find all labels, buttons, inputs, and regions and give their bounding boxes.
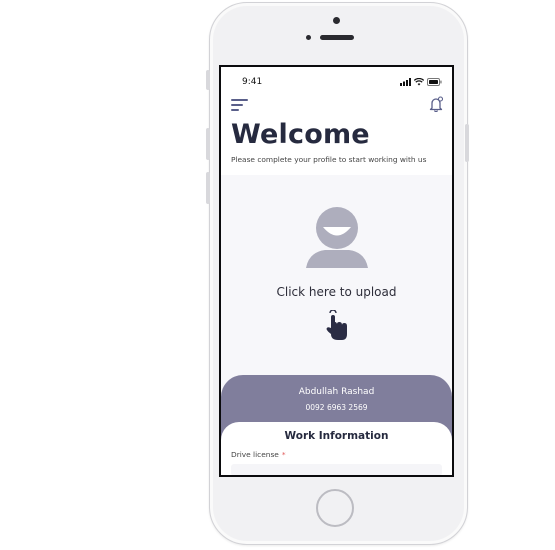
earpiece-speaker (320, 35, 354, 40)
work-information-card: Work Information Drive license * (221, 422, 452, 475)
drive-license-label-text: Drive license (231, 450, 279, 459)
home-button[interactable] (316, 489, 354, 527)
status-icons (400, 78, 442, 86)
front-camera (306, 35, 311, 40)
mute-switch (206, 70, 210, 90)
notification-bell-icon[interactable] (429, 96, 443, 112)
wifi-icon (414, 78, 424, 86)
upload-label[interactable]: Click here to upload (221, 285, 452, 299)
profile-name: Abdullah Rashad (298, 387, 375, 397)
volume-down-button (206, 172, 210, 204)
required-mark: * (281, 450, 286, 459)
status-bar: 9:41 (221, 77, 452, 91)
tap-hand-icon (326, 310, 347, 340)
battery-icon (427, 78, 442, 86)
work-information-title: Work Information (284, 430, 389, 442)
power-button (465, 124, 469, 162)
app-screen: 9:41 Welcome Please complete your profil… (219, 65, 454, 477)
menu-icon[interactable] (231, 99, 249, 111)
volume-up-button (206, 128, 210, 160)
profile-phone: 0092 6963 2569 (305, 403, 368, 412)
front-sensor (333, 17, 340, 24)
page-title: Welcome (231, 119, 370, 150)
drive-license-field[interactable] (231, 464, 442, 475)
status-time: 9:41 (242, 77, 263, 87)
page-subtitle: Please complete your profile to start wo… (231, 155, 427, 164)
avatar-placeholder-icon (306, 207, 368, 268)
drive-license-label: Drive license * (231, 450, 286, 459)
signal-icon (400, 78, 411, 86)
